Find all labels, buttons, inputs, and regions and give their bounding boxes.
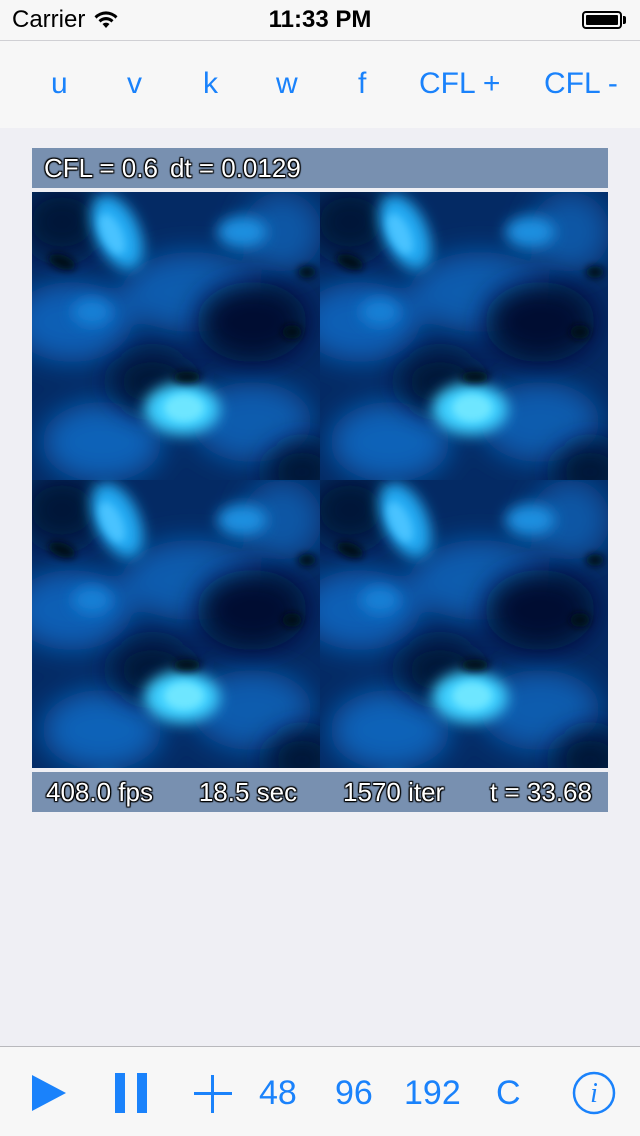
cfl-plus-button[interactable]: CFL +: [419, 67, 500, 101]
time-readout: t = 33.68: [490, 776, 592, 807]
svg-text:i: i: [590, 1078, 598, 1109]
status-bar: Carrier 11:33 PM: [0, 0, 640, 40]
resolution-192-button[interactable]: 192: [404, 1073, 461, 1113]
add-button[interactable]: [194, 1075, 232, 1118]
top-toolbar: u v k w f CFL + CFL -: [0, 40, 640, 128]
pause-icon: [115, 1073, 147, 1113]
bottom-toolbar: 48 96 192 C i: [0, 1046, 640, 1136]
seconds-readout: 18.5 sec: [198, 776, 298, 807]
info-button[interactable]: i: [572, 1071, 616, 1120]
status-time: 11:33 PM: [268, 6, 372, 33]
c-button[interactable]: C: [496, 1073, 521, 1113]
pause-button[interactable]: [113, 1073, 149, 1118]
simulation-field-image: [32, 192, 608, 768]
iteration-readout: 1570 iter: [343, 776, 445, 807]
k-button[interactable]: k: [203, 67, 218, 101]
f-button[interactable]: f: [358, 67, 366, 101]
dt-readout: dt = 0.0129: [169, 152, 301, 183]
play-button[interactable]: [30, 1073, 68, 1118]
w-button[interactable]: w: [276, 67, 298, 101]
resolution-48-button[interactable]: 48: [259, 1073, 297, 1113]
plus-icon: [194, 1075, 232, 1113]
sim-header: CFL = 0.6 dt = 0.0129: [32, 148, 608, 188]
u-button[interactable]: u: [51, 67, 68, 101]
cfl-minus-button[interactable]: CFL -: [544, 67, 618, 101]
v-button[interactable]: v: [127, 67, 142, 101]
play-icon: [32, 1075, 66, 1111]
cfl-readout: CFL = 0.6: [44, 152, 158, 183]
resolution-96-button[interactable]: 96: [335, 1073, 373, 1113]
sim-footer: 408.0 fps 18.5 sec 1570 iter t = 33.68: [32, 772, 608, 812]
simulation-canvas[interactable]: [32, 192, 608, 768]
info-icon: i: [572, 1071, 616, 1115]
battery-icon: [582, 10, 628, 30]
fps-readout: 408.0 fps: [46, 776, 153, 807]
